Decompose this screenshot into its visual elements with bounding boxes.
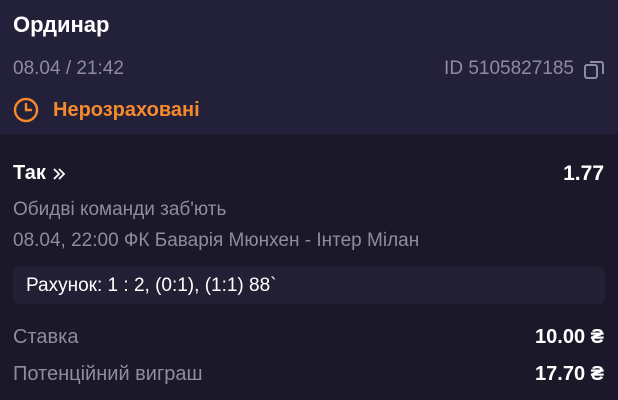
bet-status: Нерозраховані — [13, 96, 200, 124]
event-name: 08.04, 22:00 ФК Баварія Мюнхен - Інтер М… — [13, 230, 420, 251]
bet-datetime: 08.04 / 21:42 — [13, 58, 124, 79]
ticket-id: ID 5105827185 — [444, 58, 574, 79]
score-text: Рахунок: 1 : 2, (0:1), (1:1) 88` — [26, 275, 277, 296]
potential-win-label: Потенційний виграш — [13, 363, 203, 385]
selection-pick-row[interactable]: Так — [13, 162, 66, 185]
stake-value: 10.00 ₴ — [535, 326, 604, 348]
stake-label: Ставка — [13, 326, 79, 348]
bet-type-title: Ординар — [13, 12, 110, 37]
selection-pick: Так — [13, 162, 46, 184]
selection-odds: 1.77 — [563, 162, 604, 185]
clock-icon — [13, 97, 39, 123]
potential-win-value: 17.70 ₴ — [535, 363, 604, 385]
score-box: Рахунок: 1 : 2, (0:1), (1:1) 88` — [13, 267, 605, 304]
market-name: Обидві команди заб'ють — [13, 199, 227, 220]
copy-icon[interactable] — [583, 59, 605, 81]
status-label: Нерозраховані — [53, 98, 200, 121]
double-chevron-right-icon — [53, 167, 66, 180]
